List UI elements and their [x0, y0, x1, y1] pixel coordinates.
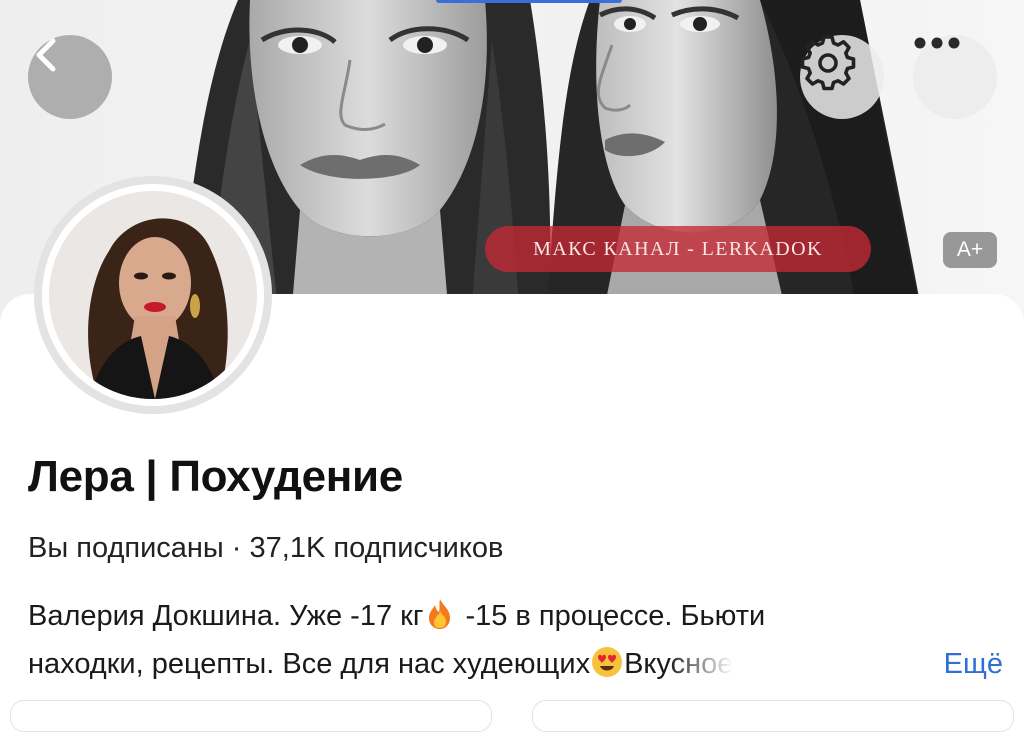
heart-eyes-emoji-icon	[592, 647, 623, 677]
show-more-link[interactable]: Ещё	[929, 640, 1003, 688]
subscriber-count: 37,1K подписчиков	[249, 532, 504, 564]
top-progress-indicator	[436, 0, 622, 3]
settings-button[interactable]	[800, 35, 884, 119]
avatar-photo	[49, 191, 257, 399]
back-button[interactable]	[28, 35, 112, 119]
more-options-button[interactable]	[913, 35, 997, 119]
profile-description: Валерия Докшина. Уже -17 кг -15 в процес…	[28, 592, 1003, 688]
fire-emoji-icon	[429, 599, 451, 629]
chevron-left-icon	[36, 38, 56, 72]
cover-channel-label: МАКС КАНАЛ - LERKADOK	[485, 226, 871, 272]
bottom-card-left[interactable]	[10, 700, 492, 732]
font-size-badge[interactable]: A+	[943, 232, 997, 268]
subscribed-status[interactable]: Вы подписаны	[28, 532, 224, 564]
profile-title: Лера | Похудение	[28, 452, 403, 501]
meta-separator: ·	[223, 532, 250, 564]
avatar[interactable]	[34, 176, 272, 414]
gear-icon	[800, 35, 856, 91]
description-line-2: находки, рецепты. Все для нас худеющих В…	[28, 640, 1003, 688]
subscription-info: Вы подписаны · 37,1K подписчиков	[28, 532, 503, 565]
description-line-1: Валерия Докшина. Уже -17 кг -15 в процес…	[28, 592, 1003, 640]
more-dots-icon	[914, 37, 960, 49]
bottom-card-right[interactable]	[532, 700, 1014, 732]
